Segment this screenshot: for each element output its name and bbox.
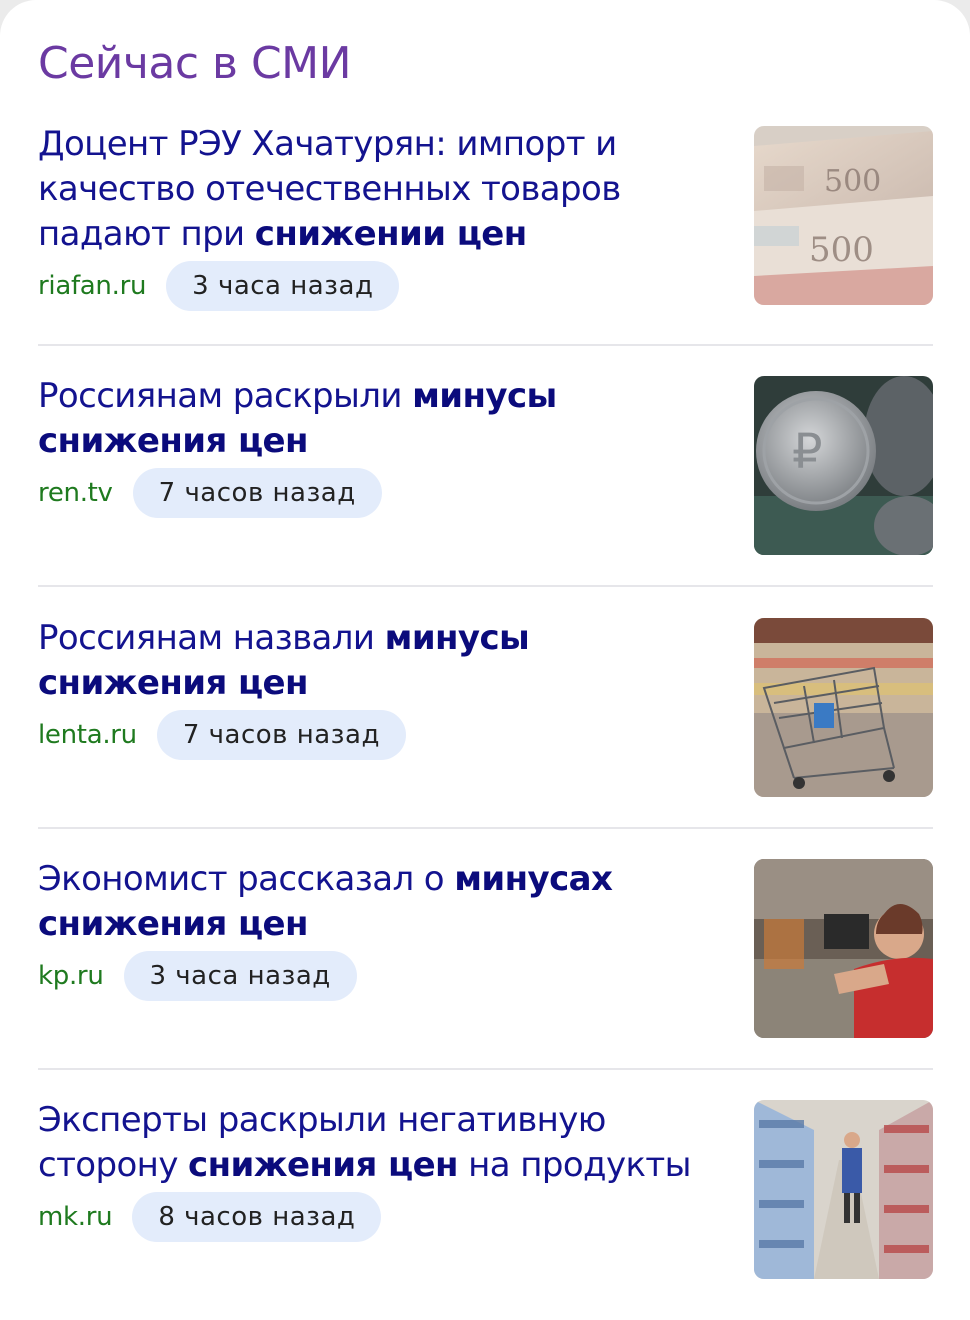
svg-text:₽: ₽: [792, 424, 823, 480]
news-text: Экономист рассказал о минусах снижения ц…: [38, 857, 728, 1001]
supermarket-aisle-image[interactable]: [754, 1100, 933, 1279]
news-title[interactable]: Эксперты раскрыли негативную сторону сни…: [38, 1098, 728, 1188]
news-source[interactable]: ren.tv: [38, 478, 113, 508]
news-text: Россиянам раскрыли минусы снижения цен r…: [38, 374, 728, 518]
section-title: Сейчас в СМИ: [38, 38, 352, 89]
news-meta: riafan.ru 3 часа назад: [38, 261, 728, 311]
news-text: Доцент РЭУ Хачатурян: импорт и качество …: [38, 122, 728, 311]
news-card: Сейчас в СМИ Доцент РЭУ Хачатурян: импор…: [0, 0, 970, 1320]
news-text: Россиянам назвали минусы снижения цен le…: [38, 616, 728, 760]
divider: [38, 1068, 933, 1070]
svg-text:500: 500: [809, 230, 874, 270]
news-source[interactable]: riafan.ru: [38, 271, 146, 301]
divider: [38, 827, 933, 829]
news-text: Эксперты раскрыли негативную сторону сни…: [38, 1098, 728, 1242]
news-title[interactable]: Доцент РЭУ Хачатурян: импорт и качество …: [38, 122, 728, 257]
news-meta: ren.tv 7 часов назад: [38, 468, 728, 518]
divider: [38, 585, 933, 587]
time-badge: 7 часов назад: [132, 468, 382, 518]
news-item[interactable]: Эксперты раскрыли негативную сторону сни…: [38, 1098, 933, 1279]
time-badge: 3 часа назад: [123, 951, 357, 1001]
divider: [38, 344, 933, 346]
svg-text:500: 500: [824, 164, 881, 199]
ruble-coin-image[interactable]: ₽: [754, 376, 933, 555]
news-title[interactable]: Экономист рассказал о минусах снижения ц…: [38, 857, 728, 947]
news-meta: lenta.ru 7 часов назад: [38, 710, 728, 760]
news-item[interactable]: Доцент РЭУ Хачатурян: импорт и качество …: [38, 122, 933, 311]
news-title[interactable]: Россиянам назвали минусы снижения цен: [38, 616, 728, 706]
cashier-image[interactable]: [754, 859, 933, 1038]
news-meta: kp.ru 3 часа назад: [38, 951, 728, 1001]
news-title[interactable]: Россиянам раскрыли минусы снижения цен: [38, 374, 728, 464]
news-source[interactable]: kp.ru: [38, 961, 104, 991]
news-item[interactable]: Экономист рассказал о минусах снижения ц…: [38, 857, 933, 1038]
news-item[interactable]: Россиянам раскрыли минусы снижения цен r…: [38, 374, 933, 555]
time-badge: 7 часов назад: [156, 710, 406, 760]
news-source[interactable]: lenta.ru: [38, 720, 137, 750]
banknotes-500-rubles-image[interactable]: 500 500: [754, 126, 933, 305]
shopping-cart-image[interactable]: [754, 618, 933, 797]
time-badge: 8 часов назад: [132, 1192, 382, 1242]
news-meta: mk.ru 8 часов назад: [38, 1192, 728, 1242]
news-item[interactable]: Россиянам назвали минусы снижения цен le…: [38, 616, 933, 797]
news-source[interactable]: mk.ru: [38, 1202, 113, 1232]
time-badge: 3 часа назад: [166, 261, 400, 311]
